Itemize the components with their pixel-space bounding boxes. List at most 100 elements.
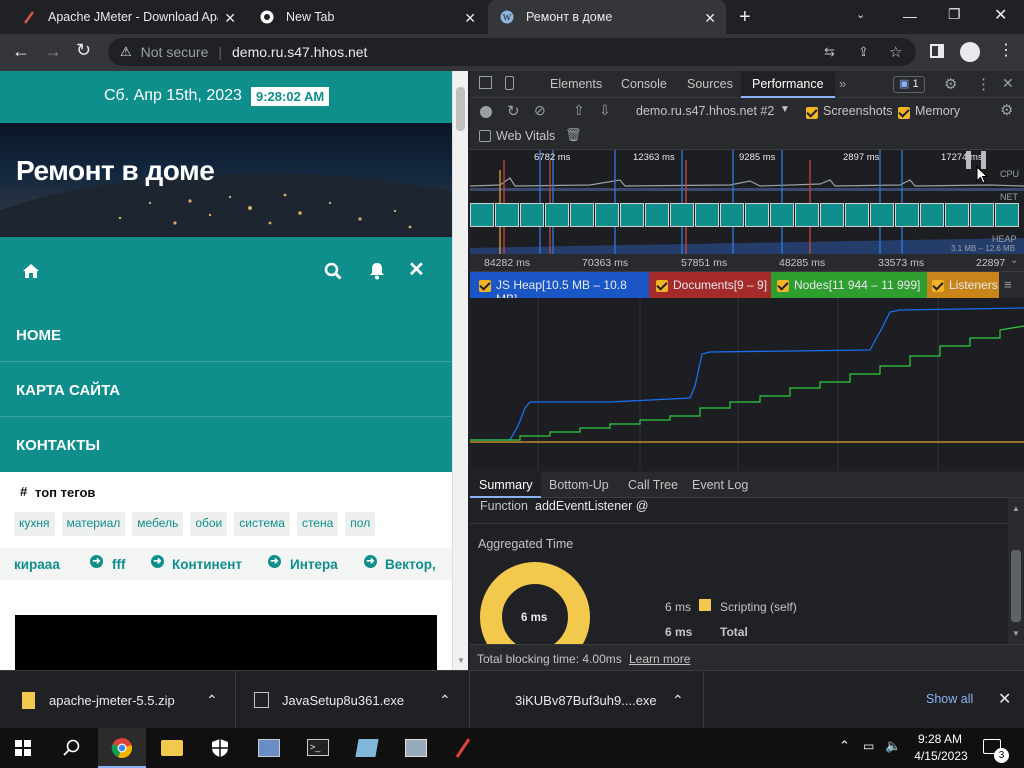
show-hidden-icons[interactable]: ⌃ <box>839 738 850 754</box>
site-title[interactable]: Ремонт в доме <box>16 155 215 187</box>
tab-bottom-up[interactable]: Bottom-Up <box>549 478 609 492</box>
devtools-more-icon[interactable]: ⋮ <box>976 75 991 93</box>
minimize-button[interactable]: — <box>903 8 917 24</box>
tab-jmeter[interactable]: Apache JMeter - Download Apac ✕ <box>10 0 246 34</box>
device-toolbar-icon[interactable] <box>505 76 514 90</box>
windows-start-icon[interactable] <box>15 740 31 756</box>
bell-icon[interactable] <box>369 262 385 280</box>
tab-console[interactable]: Console <box>621 71 667 98</box>
restore-button[interactable]: ❐ <box>948 6 961 23</box>
capture-settings-gear-icon[interactable]: ⚙ <box>1000 101 1013 119</box>
download-item[interactable]: 3iKUBv87Buf3uh9....exe ⌃ <box>470 671 704 729</box>
taskbar-date[interactable]: 4/15/2023 <box>912 749 970 763</box>
reload-button[interactable]: ↻ <box>76 40 91 61</box>
download-profile-icon[interactable]: ⇩ <box>599 102 611 119</box>
taskbar-time[interactable]: 9:28 AM <box>917 732 963 746</box>
ticker-item[interactable]: Вектор, <box>385 557 436 572</box>
tag-link[interactable]: стена <box>296 512 339 536</box>
js-heap-counter[interactable]: JS Heap[10.5 MB – 10.8 MB] <box>470 272 649 306</box>
menu-item-contacts[interactable]: КОНТАКТЫ <box>0 417 452 472</box>
tag-link[interactable]: система <box>234 512 290 536</box>
url-text[interactable]: demo.ru.s47.hhos.net <box>232 44 367 60</box>
inspect-element-icon[interactable] <box>479 76 492 89</box>
menu-item-sitemap[interactable]: КАРТА САЙТА <box>0 362 452 417</box>
scroll-down-arrow-icon[interactable]: ▼ <box>1012 629 1020 638</box>
chevron-up-icon[interactable]: ⌃ <box>206 692 218 709</box>
more-tabs-icon[interactable]: » <box>839 76 846 91</box>
memory-graph[interactable] <box>470 298 1024 470</box>
chevron-up-icon[interactable]: ⌃ <box>672 692 684 709</box>
tab-summary[interactable]: Summary <box>470 472 542 498</box>
close-icon[interactable]: ✕ <box>704 10 716 27</box>
search-icon[interactable] <box>324 262 342 280</box>
screenshots-checkbox[interactable] <box>806 104 818 122</box>
ticker-item[interactable]: кирааа <box>14 557 60 572</box>
home-icon[interactable] <box>22 263 40 279</box>
new-tab-button[interactable]: + <box>739 6 751 29</box>
back-button[interactable]: ← <box>12 41 30 62</box>
command-prompt-icon[interactable]: >_ <box>307 739 329 756</box>
tag-link[interactable]: пол <box>345 512 376 536</box>
counters-menu-icon[interactable]: ≡ <box>1004 277 1012 292</box>
issues-badge[interactable]: ▣ 1 <box>893 76 925 93</box>
clear-icon[interactable]: ⊘ <box>534 102 546 119</box>
side-panel-icon[interactable] <box>930 44 944 58</box>
close-downloads-icon[interactable]: ✕ <box>998 689 1011 709</box>
tag-link[interactable]: кухня <box>14 512 55 536</box>
memory-checkbox[interactable] <box>898 104 910 122</box>
collapse-chevron-icon[interactable]: ⌄ <box>1010 255 1018 266</box>
timeline-overview[interactable]: 6782 ms 12363 ms 9285 ms 2897 ms 17274 m… <box>470 150 1024 254</box>
bookmark-star-icon[interactable]: ☆ <box>889 43 902 61</box>
tag-link[interactable]: материал <box>61 512 126 536</box>
scrollbar-thumb[interactable] <box>1011 550 1021 622</box>
notepad-icon[interactable] <box>355 739 379 757</box>
ticker-item[interactable]: Континент <box>172 557 242 572</box>
nodes-counter[interactable]: Nodes[11 944 – 11 999] <box>771 272 927 298</box>
tab-new-tab[interactable]: New Tab ✕ <box>248 0 486 34</box>
recording-select[interactable]: demo.ru.s47.hhos.net #2 <box>636 104 774 118</box>
address-bar[interactable]: ⚠ Not secure | demo.ru.s47.hhos.net ⇆ ⇪ … <box>108 38 916 66</box>
paint-icon[interactable] <box>405 739 427 757</box>
taskbar-chrome[interactable] <box>98 728 146 768</box>
learn-more-link[interactable]: Learn more <box>629 652 690 666</box>
shield-icon[interactable] <box>211 738 229 758</box>
close-devtools-icon[interactable]: ✕ <box>1002 75 1014 92</box>
record-button[interactable] <box>480 106 492 118</box>
profile-avatar[interactable] <box>960 42 980 62</box>
warning-icon[interactable]: ⚠ <box>120 44 132 60</box>
network-icon[interactable]: ▭ <box>863 739 874 753</box>
tab-call-tree[interactable]: Call Tree <box>628 478 678 492</box>
file-explorer-icon[interactable] <box>161 740 183 756</box>
tab-sources[interactable]: Sources <box>687 71 733 98</box>
search-icon[interactable] <box>63 739 81 757</box>
documents-counter[interactable]: Documents[9 – 9] <box>649 272 771 298</box>
chevron-up-icon[interactable]: ⌃ <box>439 692 451 709</box>
remote-desktop-icon[interactable] <box>258 739 280 757</box>
download-item[interactable]: JavaSetup8u361.exe ⌃ <box>236 671 470 729</box>
upload-profile-icon[interactable]: ⇧ <box>573 102 585 119</box>
menu-item-home[interactable]: HOME <box>0 307 452 362</box>
close-menu-icon[interactable]: ✕ <box>408 257 425 282</box>
video-embed[interactable] <box>15 615 437 670</box>
scroll-up-arrow-icon[interactable]: ▲ <box>1012 504 1020 513</box>
tab-elements[interactable]: Elements <box>550 71 602 98</box>
page-scrollbar[interactable]: ▼ <box>452 71 468 670</box>
jmeter-feather-icon[interactable] <box>455 738 471 758</box>
security-label[interactable]: Not secure <box>141 44 209 60</box>
web-vitals-checkbox[interactable] <box>479 130 491 142</box>
download-item[interactable]: apache-jmeter-5.5.zip ⌃ <box>0 671 236 729</box>
reload-record-icon[interactable]: ↻ <box>507 102 520 120</box>
dropdown-arrow-icon[interactable]: ▼ <box>780 104 790 115</box>
close-icon[interactable]: ✕ <box>224 10 236 27</box>
translate-icon[interactable]: ⇆ <box>824 44 835 60</box>
volume-icon[interactable]: 🔈 <box>885 738 901 754</box>
range-handle[interactable] <box>966 151 971 169</box>
listeners-counter[interactable]: Listeners <box>927 272 999 298</box>
tag-link[interactable]: обои <box>190 512 228 536</box>
forward-button[interactable]: → <box>44 41 62 62</box>
function-value[interactable]: addEventListener @ <box>535 499 648 513</box>
tab-search-chevron-icon[interactable]: ⌄ <box>856 8 865 21</box>
ticker-item[interactable]: fff <box>112 557 126 572</box>
close-icon[interactable]: ✕ <box>464 10 476 27</box>
tag-link[interactable]: мебель <box>132 512 184 536</box>
